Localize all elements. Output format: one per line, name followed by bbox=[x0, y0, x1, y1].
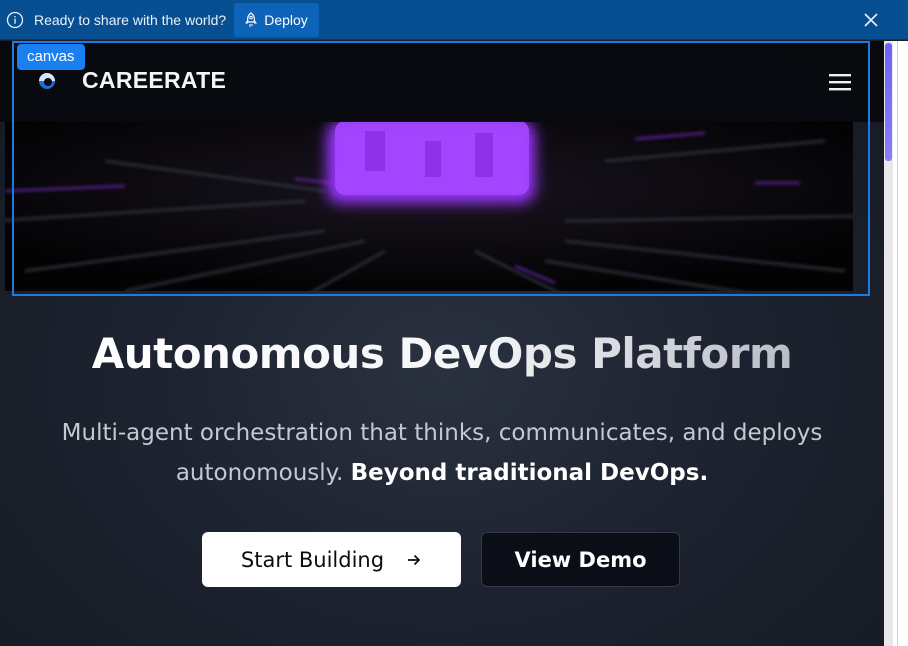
info-icon bbox=[6, 11, 24, 29]
arrow-right-icon bbox=[406, 552, 422, 568]
page-scrollbar[interactable] bbox=[884, 41, 908, 646]
window-edge bbox=[893, 41, 908, 646]
scrollbar-thumb[interactable] bbox=[885, 43, 892, 161]
start-building-button[interactable]: Start Building bbox=[202, 532, 461, 587]
window-edge-line bbox=[897, 41, 898, 646]
deploy-label: Deploy bbox=[264, 11, 308, 28]
rocket-icon bbox=[244, 11, 258, 28]
page-viewport: CAREERATE canvas Autonomous DevOps Platf… bbox=[0, 41, 884, 646]
start-building-label: Start Building bbox=[240, 547, 385, 572]
canvas-highlight bbox=[12, 41, 870, 296]
canvas-tag: canvas bbox=[17, 44, 85, 70]
close-icon[interactable] bbox=[862, 11, 880, 29]
notification-bar: Ready to share with the world? Deploy bbox=[0, 0, 908, 40]
hero-subtitle-emphasis: Beyond traditional DevOps. bbox=[350, 460, 709, 486]
notification-message: Ready to share with the world? bbox=[34, 11, 227, 28]
view-demo-button[interactable]: View Demo bbox=[481, 532, 680, 587]
hero-title: Autonomous DevOps Platform bbox=[91, 329, 793, 378]
view-demo-label: View Demo bbox=[514, 547, 647, 572]
deploy-button[interactable]: Deploy bbox=[234, 2, 319, 37]
hero-subtitle: Multi-agent orchestration that thinks, c… bbox=[61, 420, 823, 486]
